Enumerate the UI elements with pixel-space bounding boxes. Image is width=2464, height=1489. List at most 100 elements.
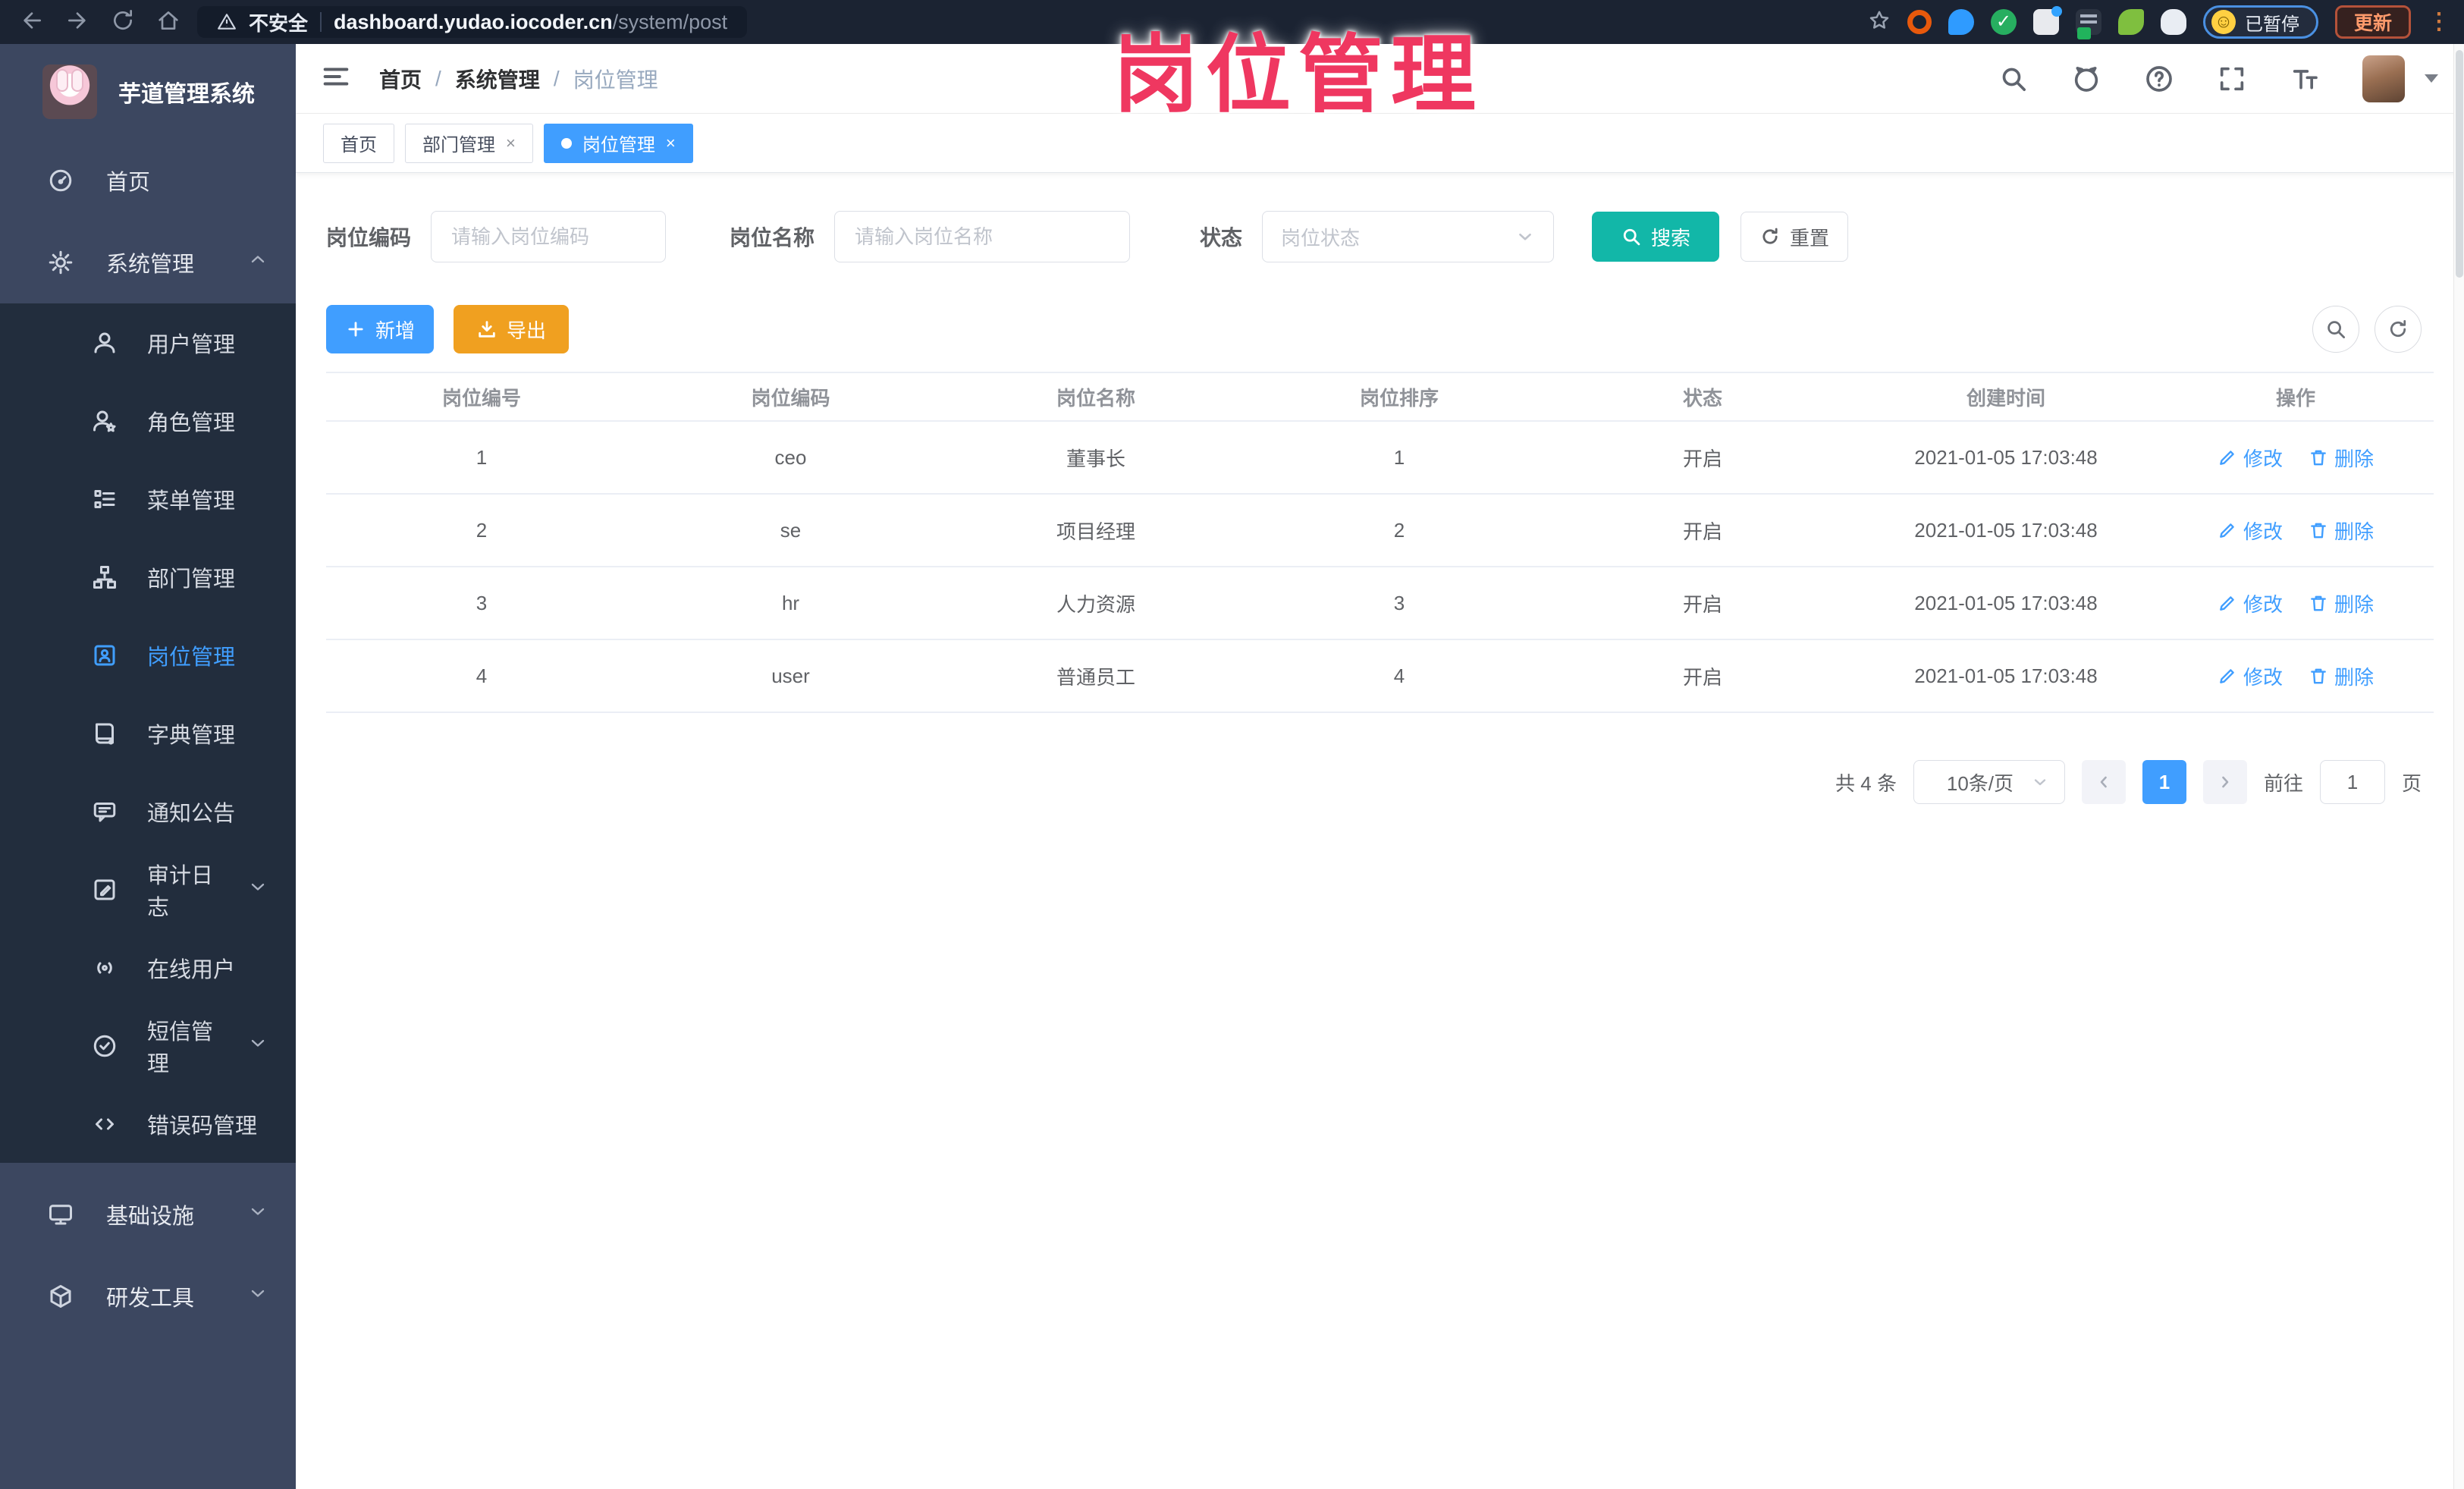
github-icon[interactable]	[2071, 64, 2101, 94]
sidebar-item-users[interactable]: 用户管理	[0, 303, 296, 382]
extensions-puzzle-icon[interactable]	[2160, 9, 2186, 35]
edit-link[interactable]: 修改	[2218, 444, 2283, 472]
extension-icon[interactable]	[1948, 9, 1974, 35]
delete-label: 删除	[2334, 520, 2375, 543]
sidebar-item-system[interactable]: 系统管理	[0, 221, 296, 303]
prev-page-button[interactable]	[2081, 760, 2126, 804]
plus-icon	[348, 322, 363, 337]
breadcrumb-system[interactable]: 系统管理	[455, 64, 540, 94]
sidebar-item-label: 字典管理	[147, 723, 236, 748]
profile-paused-pill[interactable]: ☺ 已暂停	[2202, 5, 2318, 39]
font-size-icon[interactable]	[2290, 64, 2320, 94]
post-code-label: 岗位编码	[326, 226, 412, 250]
export-button[interactable]: 导出	[454, 305, 569, 353]
chevron-down-icon	[247, 1283, 268, 1310]
delete-label: 删除	[2334, 592, 2375, 616]
refresh-button[interactable]	[2375, 306, 2422, 353]
col-header: 岗位编号	[441, 386, 521, 410]
list-icon	[94, 489, 115, 508]
cell-id: 4	[476, 664, 488, 687]
paused-label: 已暂停	[2244, 14, 2299, 35]
sidebar-item-label: 首页	[106, 171, 151, 195]
browser-scrollbar[interactable]	[2453, 44, 2464, 1489]
tag-dept[interactable]: 部门管理 ×	[405, 123, 533, 163]
download-icon	[479, 321, 495, 338]
address-bar[interactable]: 不安全 dashboard.yudao.iocoder.cn/system/po…	[197, 6, 748, 38]
sidebar-item-error-codes[interactable]: 错误码管理	[0, 1085, 296, 1163]
sidebar-logo-row[interactable]: 芋道管理系统	[0, 44, 296, 140]
table-tools	[2312, 306, 2434, 353]
sidebar-item-online-users[interactable]: 在线用户	[0, 928, 296, 1007]
status-select[interactable]: 岗位状态	[1262, 211, 1555, 262]
delete-label: 删除	[2334, 665, 2375, 689]
dashboard-icon	[49, 169, 72, 192]
cell-sort: 3	[1393, 591, 1405, 614]
hide-search-button[interactable]	[2312, 306, 2359, 353]
home-icon[interactable]	[156, 8, 180, 36]
edit-link[interactable]: 修改	[2218, 662, 2283, 690]
search-button[interactable]: 搜索	[1592, 212, 1720, 262]
delete-link[interactable]: 删除	[2309, 662, 2374, 690]
back-icon[interactable]	[20, 8, 44, 36]
extension-icon[interactable]	[1907, 10, 1932, 34]
close-icon[interactable]: ×	[506, 134, 516, 153]
cell-status: 开启	[1682, 447, 1722, 470]
table-row: 3 hr 人力资源 3 开启 2021-01-05 17:03:48 修改 删除	[326, 567, 2434, 640]
sidebar-item-infra[interactable]: 基础设施	[0, 1173, 296, 1255]
cell-name: 项目经理	[1056, 520, 1135, 543]
sidebar-item-label: 岗位管理	[147, 645, 236, 670]
post-code-input[interactable]	[431, 211, 667, 262]
tag-post-active[interactable]: 岗位管理 ×	[543, 123, 693, 163]
sidebar-item-posts[interactable]: 岗位管理	[0, 616, 296, 694]
help-icon[interactable]	[2144, 64, 2174, 94]
add-button[interactable]: 新增	[326, 305, 434, 353]
breadcrumb-home[interactable]: 首页	[379, 64, 422, 94]
browser-update-button[interactable]: 更新	[2334, 5, 2411, 39]
search-icon[interactable]	[1998, 64, 2029, 94]
current-page[interactable]: 1	[2142, 760, 2186, 804]
sidebar-fold-icon[interactable]	[322, 62, 350, 95]
extension-icon[interactable]	[2032, 6, 2062, 35]
extension-icon[interactable]	[2075, 9, 2101, 39]
scrollbar-thumb[interactable]	[2456, 50, 2463, 278]
sidebar-item-sms[interactable]: 短信管理	[0, 1007, 296, 1085]
browser-menu-icon[interactable]: ⋮	[2428, 11, 2450, 33]
cell-id: 1	[476, 445, 488, 469]
sidebar-item-label: 短信管理	[147, 1019, 214, 1076]
delete-link[interactable]: 删除	[2309, 517, 2374, 545]
bookmark-star-icon[interactable]	[1868, 9, 1891, 36]
sidebar-item-menus[interactable]: 菜单管理	[0, 460, 296, 538]
goto-page-input[interactable]	[2319, 760, 2385, 804]
edit-link[interactable]: 修改	[2218, 589, 2283, 617]
extension-icon[interactable]	[2117, 9, 2144, 35]
forward-icon[interactable]	[65, 8, 89, 36]
user-avatar[interactable]	[2362, 55, 2405, 102]
sidebar-item-dicts[interactable]: 字典管理	[0, 694, 296, 772]
sidebar-item-depts[interactable]: 部门管理	[0, 538, 296, 616]
system-submenu: 用户管理 角色管理 菜单管理 部门管理 岗位管理 字典管理 通知公告 审计日志 …	[0, 303, 296, 1163]
reset-button-label: 重置	[1790, 226, 1830, 250]
chevron-right-icon	[2222, 776, 2229, 788]
next-page-button[interactable]	[2202, 760, 2247, 804]
post-name-input[interactable]	[834, 211, 1131, 262]
reload-icon[interactable]	[111, 8, 135, 36]
extension-icon[interactable]: ✓	[1990, 9, 2017, 35]
close-icon[interactable]: ×	[666, 134, 676, 153]
delete-link[interactable]: 删除	[2309, 589, 2374, 617]
sidebar-item-home[interactable]: 首页	[0, 140, 296, 221]
tag-home[interactable]: 首页	[323, 123, 394, 163]
delete-link[interactable]: 删除	[2309, 444, 2374, 472]
sidebar-item-roles[interactable]: 角色管理	[0, 382, 296, 460]
sidebar-item-audit-log[interactable]: 审计日志	[0, 850, 296, 928]
delete-label: 删除	[2334, 447, 2375, 470]
fullscreen-icon[interactable]	[2217, 64, 2247, 94]
sidebar-item-dev-tools[interactable]: 研发工具	[0, 1255, 296, 1337]
sidebar-item-notices[interactable]: 通知公告	[0, 772, 296, 850]
reset-button[interactable]: 重置	[1740, 212, 1849, 262]
table-toolbar: 新增 导出	[326, 305, 2434, 353]
avatar-caret-icon[interactable]	[2425, 74, 2438, 83]
chevron-up-icon	[247, 249, 268, 276]
edit-link[interactable]: 修改	[2218, 517, 2283, 545]
page-size-select[interactable]: 10条/页	[1913, 760, 2065, 804]
col-header: 状态	[1682, 386, 1722, 410]
